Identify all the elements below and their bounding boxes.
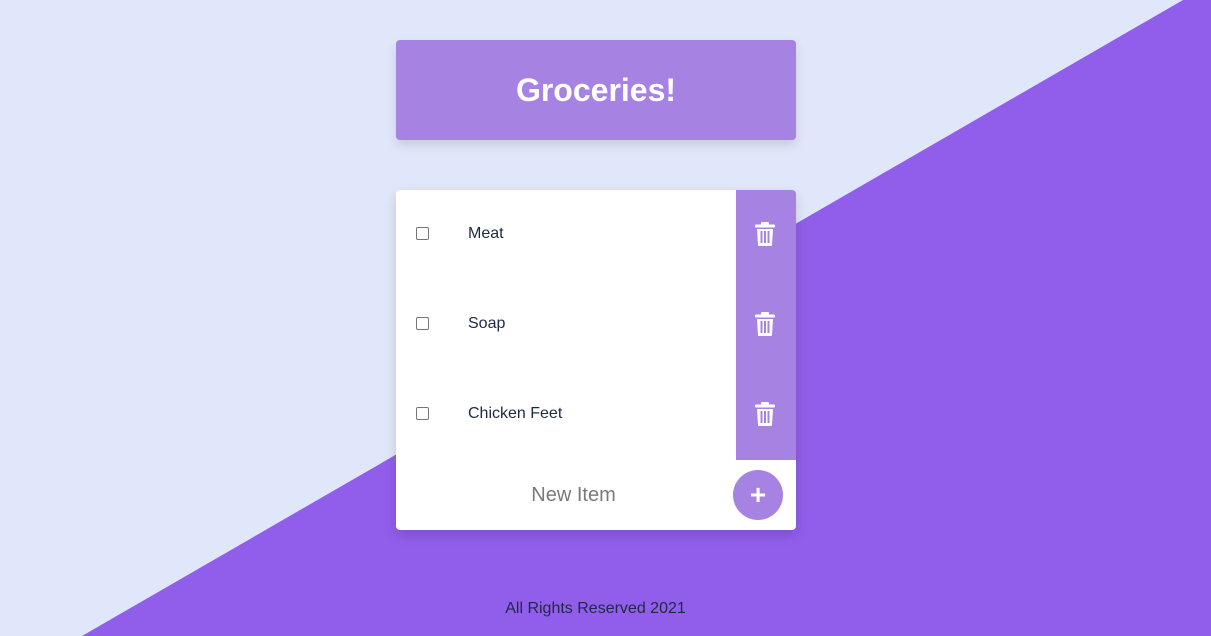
trash-icon[interactable]: [755, 222, 775, 246]
plus-icon: +: [749, 479, 767, 510]
list-item: Meat: [396, 190, 796, 280]
new-item-row: +: [396, 460, 796, 530]
footer-text: All Rights Reserved 2021: [505, 600, 686, 617]
trash-icon[interactable]: [755, 312, 775, 336]
grocery-list-card: Meat Soap Chicken Feet New Item +: [396, 190, 796, 530]
list-item: Chicken Feet: [396, 370, 796, 460]
list-item: Soap: [396, 280, 796, 370]
header-banner: Groceries!: [396, 40, 796, 140]
item-label: Chicken Feet: [468, 405, 563, 422]
item-label: Soap: [468, 315, 506, 332]
item-checkbox[interactable]: [416, 407, 429, 420]
add-item-button[interactable]: +: [733, 470, 783, 520]
item-checkbox[interactable]: [416, 317, 429, 330]
item-label: Meat: [468, 225, 504, 242]
trash-icon[interactable]: [755, 402, 775, 426]
item-checkbox[interactable]: [416, 227, 429, 240]
new-item-input[interactable]: [436, 478, 711, 512]
page-title: Groceries!: [515, 71, 677, 108]
